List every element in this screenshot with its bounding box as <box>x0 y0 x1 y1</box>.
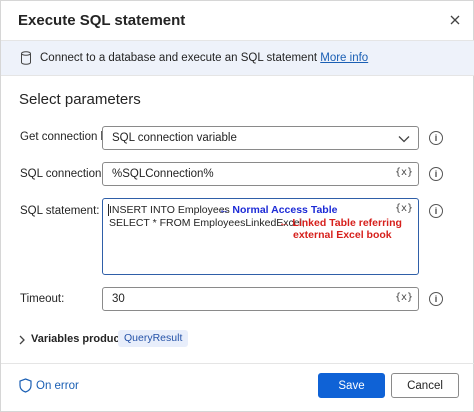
dialog-titlebar: Execute SQL statement <box>1 1 474 39</box>
variable-picker-icon[interactable]: {x} <box>395 292 413 303</box>
info-icon[interactable]: i <box>429 167 443 181</box>
timeout-input[interactable]: 30 {x} <box>102 287 419 311</box>
info-icon[interactable]: i <box>429 131 443 145</box>
variable-pill-queryresult[interactable]: QueryResult <box>118 330 189 347</box>
variable-picker-icon[interactable]: {x} <box>395 203 413 214</box>
chevron-right-icon[interactable] <box>18 335 26 345</box>
info-icon[interactable]: i <box>429 292 443 306</box>
get-connection-value: SQL connection variable <box>112 132 237 144</box>
more-info-link[interactable]: More info <box>320 52 368 64</box>
annotation-linked-table-1: ← Linked Table referring <box>279 217 402 229</box>
execute-sql-dialog: Execute SQL statement Connect to a datab… <box>0 0 474 412</box>
close-icon <box>450 15 460 25</box>
timeout-value: 30 <box>112 293 125 305</box>
variable-picker-icon[interactable]: {x} <box>395 167 413 178</box>
dialog-footer: On error Save Cancel <box>1 363 474 412</box>
annotation-linked-table-2: external Excel book <box>293 229 392 241</box>
on-error-label: On error <box>36 380 79 392</box>
sql-connection-input[interactable]: %SQLConnection% {x} <box>102 162 419 186</box>
info-bar: Connect to a database and execute an SQL… <box>1 40 474 76</box>
cancel-button[interactable]: Cancel <box>391 373 459 398</box>
sql-statement-label: SQL statement: <box>20 205 100 217</box>
close-button[interactable] <box>445 10 465 30</box>
section-title: Select parameters <box>19 91 141 108</box>
sql-connection-value: %SQLConnection% <box>112 168 214 180</box>
shield-icon <box>19 378 32 393</box>
sql-connection-label: SQL connection: <box>20 168 105 180</box>
annotation-normal-table: ← Normal Access Table <box>219 204 338 216</box>
sql-line-1: INSERT INTO Employees <box>109 204 230 216</box>
info-description: Connect to a database and execute an SQL… <box>40 52 318 64</box>
dialog-title: Execute SQL statement <box>18 12 186 29</box>
info-icon[interactable]: i <box>429 204 443 218</box>
database-icon <box>21 51 31 65</box>
sql-line-2: SELECT * FROM EmployeesLinkedExcel; <box>109 217 305 229</box>
save-button[interactable]: Save <box>318 373 385 398</box>
timeout-label: Timeout: <box>20 293 65 305</box>
info-text: Connect to a database and execute an SQL… <box>40 52 368 64</box>
get-connection-select[interactable]: SQL connection variable <box>102 126 419 150</box>
chevron-down-icon <box>398 136 410 143</box>
sql-statement-textarea[interactable]: INSERT INTO Employees ← Normal Access Ta… <box>102 198 419 275</box>
